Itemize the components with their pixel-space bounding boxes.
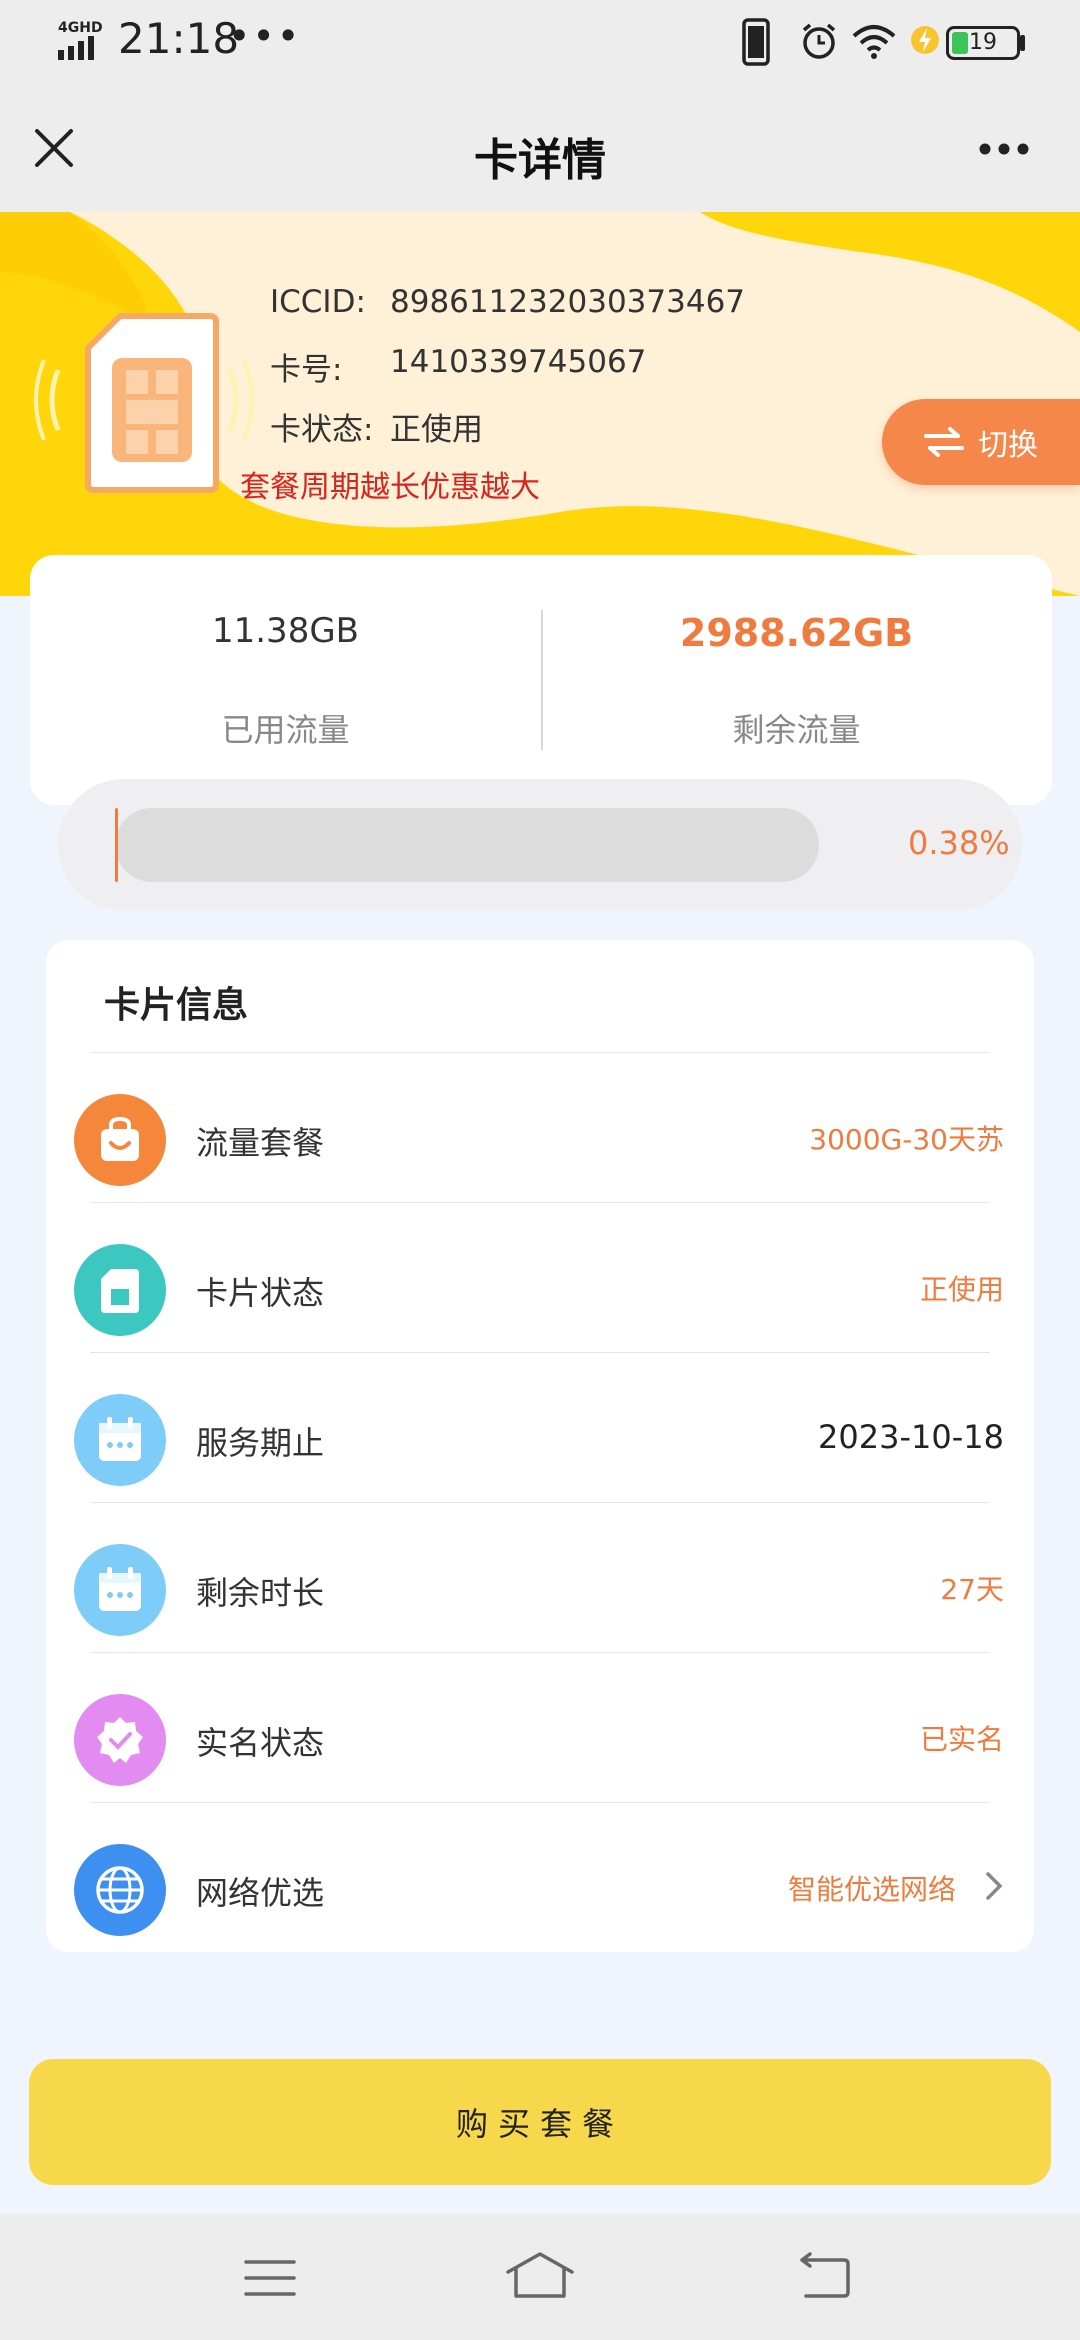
globe-icon [74, 1844, 166, 1936]
row-label: 流量套餐 [196, 1124, 325, 1162]
iccid-label: ICCID: [270, 284, 366, 320]
home-icon[interactable] [504, 2250, 576, 2300]
row-label: 服务期止 [196, 1424, 325, 1462]
alarm-icon [802, 23, 836, 59]
calendar-icon [74, 1544, 166, 1636]
signal-icon [58, 36, 94, 60]
switch-card-button[interactable]: 切换 [882, 399, 1080, 485]
card-status-label: 卡状态: [270, 412, 374, 448]
row-divider [90, 1652, 990, 1653]
remaining-data-value: 2988.62GB [679, 611, 914, 655]
verified-badge-icon [74, 1694, 166, 1786]
row-value: 2023-10-18 [818, 1418, 1004, 1456]
battery-icon: 19 [946, 26, 1020, 60]
row-value: 3000G-30天苏 [809, 1123, 1004, 1156]
row-value: 27天 [940, 1573, 1004, 1606]
row-divider [90, 1352, 990, 1353]
section-title: 卡片信息 [104, 985, 249, 1026]
notification-dots: ••• [228, 14, 302, 58]
shopping-bag-icon [74, 1094, 166, 1186]
usage-percent: 0.38% [908, 824, 1010, 862]
calendar-icon [74, 1394, 166, 1486]
info-row-service-end[interactable]: 服务期止 2023-10-18 [46, 1352, 1034, 1502]
buy-package-button[interactable]: 购买套餐 [29, 2059, 1051, 2185]
network-indicator: 4GHD [58, 20, 103, 36]
row-value: 正使用 [919, 1273, 1004, 1306]
system-navigation-bar [0, 2214, 1080, 2340]
row-label: 卡片状态 [196, 1274, 325, 1312]
chevron-right-icon [986, 1872, 1003, 1900]
data-usage-card: 11.38GB 已用流量 2988.62GB 剩余流量 [30, 555, 1052, 805]
sim-card-small-icon [74, 1244, 166, 1336]
info-row-plan[interactable]: 流量套餐 3000G-30天苏 [46, 1052, 1034, 1202]
navigation-bar: 卡详情 [0, 84, 1080, 212]
card-status-value: 正使用 [390, 412, 483, 448]
status-bar: 4GHD 21:18 ••• 19 [0, 0, 1080, 84]
battery-tip [1020, 35, 1025, 51]
card-info-section: 卡片信息 流量套餐 3000G-30天苏 卡片状态 正使用 服务期止 2023-… [46, 940, 1034, 1952]
info-row-network[interactable]: 网络优选 智能优选网络 [46, 1802, 1034, 1952]
row-label: 网络优选 [196, 1874, 325, 1912]
iccid-value: 898611232030373467 [390, 284, 746, 320]
used-data-value: 11.38GB [211, 611, 359, 651]
row-divider [90, 1052, 990, 1053]
usage-progress-bar: 0.38% [58, 779, 1022, 911]
menu-icon[interactable] [244, 2258, 296, 2298]
swap-arrows-icon [924, 427, 964, 457]
remaining-data-label: 剩余流量 [732, 711, 861, 749]
charging-icon [911, 26, 939, 54]
row-value: 智能优选网络 [787, 1873, 956, 1906]
used-data-label: 已用流量 [221, 711, 350, 749]
clock: 21:18 [118, 14, 240, 63]
card-number-label: 卡号: [270, 352, 343, 388]
row-divider [90, 1502, 990, 1503]
row-label: 实名状态 [196, 1724, 325, 1762]
battery-level: 19 [969, 30, 997, 55]
sim-card-icon [34, 313, 254, 493]
switch-card-label: 切换 [978, 428, 1038, 463]
row-value: 已实名 [919, 1723, 1004, 1756]
info-row-card-status[interactable]: 卡片状态 正使用 [46, 1202, 1034, 1352]
phone-icon [742, 18, 770, 66]
more-options-icon[interactable] [978, 142, 1030, 156]
row-divider [90, 1802, 990, 1803]
wifi-icon [852, 25, 896, 59]
back-icon[interactable] [796, 2252, 852, 2300]
page-title: 卡详情 [474, 135, 606, 186]
promo-text: 套餐周期越长优惠越大 [240, 470, 540, 505]
row-divider [90, 1202, 990, 1203]
row-label: 剩余时长 [196, 1574, 325, 1612]
card-number-value: 1410339745067 [390, 344, 647, 380]
info-row-remaining-time[interactable]: 剩余时长 27天 [46, 1502, 1034, 1652]
info-row-verification[interactable]: 实名状态 已实名 [46, 1652, 1034, 1802]
progress-track [115, 808, 819, 882]
progress-fill [115, 808, 118, 882]
